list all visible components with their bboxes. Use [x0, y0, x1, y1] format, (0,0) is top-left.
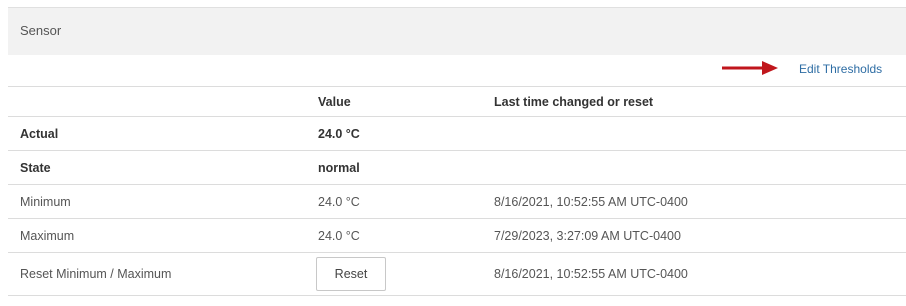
- reset-button[interactable]: Reset: [316, 257, 386, 291]
- table-row-minimum: Minimum 24.0 °C 8/16/2021, 10:52:55 AM U…: [8, 184, 906, 219]
- table-header-row: Value Last time changed or reset: [8, 86, 906, 117]
- row-label: Reset Minimum / Maximum: [8, 252, 306, 296]
- column-header-last-changed: Last time changed or reset: [482, 86, 906, 117]
- right-arrow-icon: [722, 61, 778, 75]
- row-value: Reset: [306, 252, 482, 296]
- row-last-changed: 8/16/2021, 10:52:55 AM UTC-0400: [482, 252, 906, 296]
- panel-title: Sensor: [20, 23, 62, 38]
- row-label: Actual: [8, 116, 306, 151]
- row-value: 24.0 °C: [306, 218, 482, 253]
- table-row-state: State normal: [8, 150, 906, 185]
- sensor-table: Value Last time changed or reset Actual …: [8, 86, 906, 296]
- row-label: Minimum: [8, 184, 306, 219]
- row-value: normal: [306, 150, 482, 185]
- column-header-value: Value: [306, 86, 482, 117]
- sensor-panel-header: Sensor: [8, 7, 906, 55]
- row-label: Maximum: [8, 218, 306, 253]
- row-label: State: [8, 150, 306, 185]
- row-last-changed: 7/29/2023, 3:27:09 AM UTC-0400: [482, 218, 906, 253]
- row-last-changed: 8/16/2021, 10:52:55 AM UTC-0400: [482, 184, 906, 219]
- row-last-changed: [482, 116, 906, 151]
- row-value: 24.0 °C: [306, 184, 482, 219]
- table-row-reset: Reset Minimum / Maximum Reset 8/16/2021,…: [8, 252, 906, 296]
- edit-thresholds-link[interactable]: Edit Thresholds: [799, 62, 882, 76]
- row-value: 24.0 °C: [306, 116, 482, 151]
- row-last-changed: [482, 150, 906, 185]
- table-row-actual: Actual 24.0 °C: [8, 116, 906, 151]
- table-row-maximum: Maximum 24.0 °C 7/29/2023, 3:27:09 AM UT…: [8, 218, 906, 253]
- column-header-label: [8, 86, 306, 117]
